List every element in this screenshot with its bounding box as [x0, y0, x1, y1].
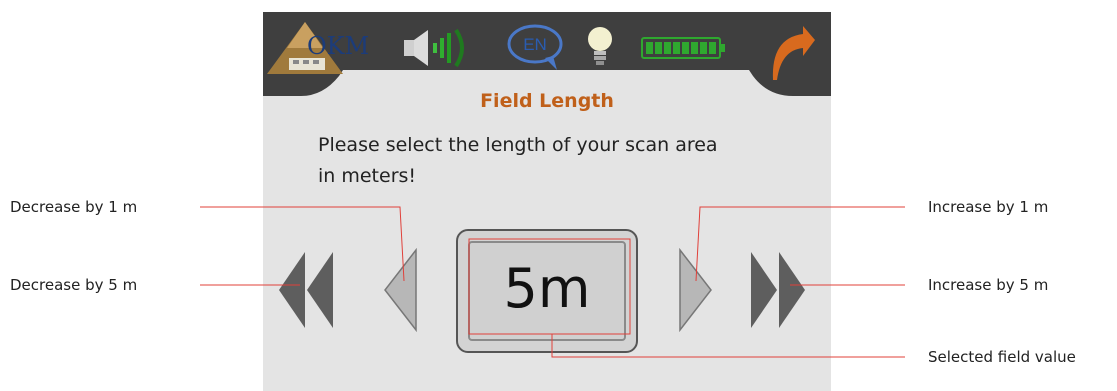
annotation-increase-1: Increase by 1 m — [928, 198, 1049, 216]
logo-text: OKM — [307, 32, 370, 60]
decrease-1m-button[interactable] — [383, 248, 419, 332]
instruction-line-1: Please select the length of your scan ar… — [318, 134, 718, 156]
annotation-decrease-1: Decrease by 1 m — [10, 198, 138, 216]
increase-5m-button[interactable] — [749, 250, 809, 330]
left-arrow-icon — [384, 248, 417, 332]
double-right-arrow-icon — [751, 252, 805, 328]
light-bulb-icon[interactable] — [585, 24, 615, 72]
decrease-5m-button[interactable] — [277, 250, 335, 330]
field-value-display: 5m — [456, 229, 638, 353]
language-label: EN — [523, 35, 547, 54]
speaker-volume-icon[interactable] — [402, 26, 472, 74]
field-value: 5m — [503, 257, 591, 320]
right-arrow-icon — [679, 248, 712, 332]
back-arrow-icon[interactable] — [769, 24, 819, 90]
battery-icon — [641, 37, 727, 65]
annotation-increase-5: Increase by 5 m — [928, 276, 1049, 294]
device-screen: OKM EN Field Length Please select the le… — [263, 12, 831, 391]
instruction-line-2: in meters! — [318, 165, 417, 187]
annotation-selected: Selected field value — [928, 348, 1076, 366]
increase-1m-button[interactable] — [677, 248, 713, 332]
double-left-arrow-icon — [279, 252, 333, 328]
instruction-text: Please select the length of your scan ar… — [318, 130, 798, 192]
field-value-inner: 5m — [468, 241, 626, 341]
screen-title: Field Length — [480, 90, 614, 112]
annotation-decrease-5: Decrease by 5 m — [10, 276, 138, 294]
